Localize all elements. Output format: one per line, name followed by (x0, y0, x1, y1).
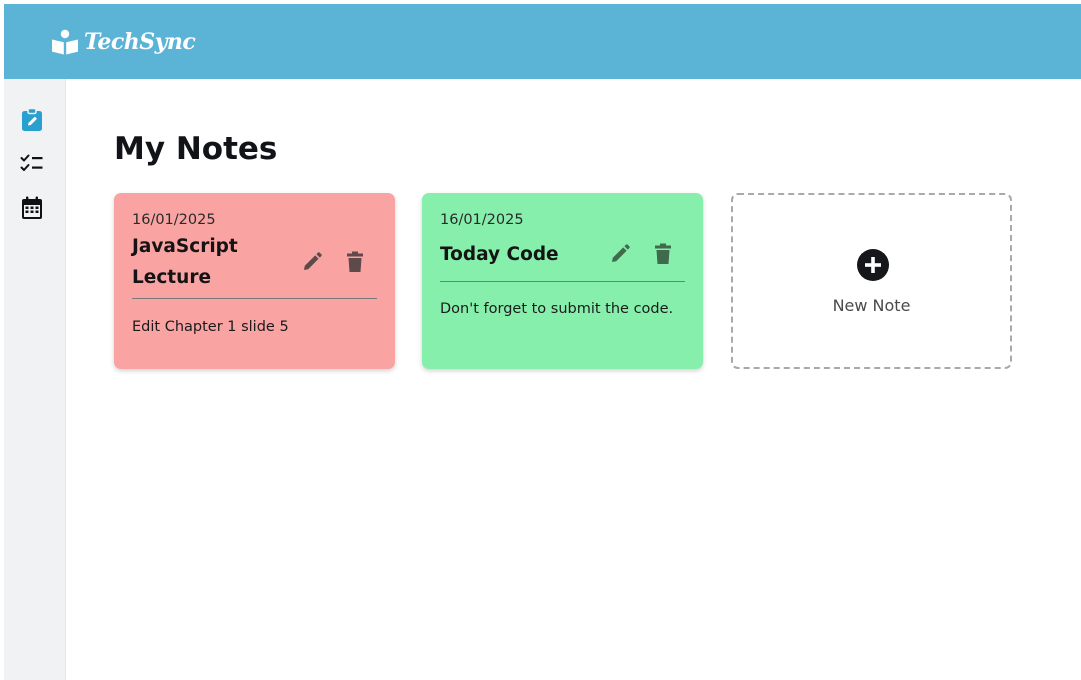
main-content: My Notes 16/01/2025 JavaScript Lecture E… (66, 79, 1081, 680)
trash-icon (347, 251, 363, 272)
brand[interactable]: TechSync (51, 26, 196, 58)
delete-note-button[interactable] (343, 250, 367, 274)
note-title: Today Code (440, 244, 559, 265)
pencil-icon (612, 244, 630, 262)
edit-note-button[interactable] (608, 242, 632, 266)
top-bar: TechSync (4, 4, 1081, 79)
calendar-icon (22, 196, 42, 219)
pencil-icon (304, 252, 322, 270)
edit-note-button[interactable] (300, 250, 324, 274)
sidebar-item-notes[interactable] (19, 107, 45, 133)
new-note-label: New Note (832, 296, 911, 315)
clipboard-edit-icon (22, 108, 42, 131)
checklist-icon (20, 154, 43, 171)
page-title: My Notes (114, 131, 278, 167)
sidebar-item-calendar[interactable] (19, 195, 45, 221)
sidebar-item-tasks[interactable] (19, 150, 45, 176)
note-divider (440, 281, 685, 282)
reader-icon (52, 29, 78, 55)
delete-note-button[interactable] (651, 242, 675, 266)
note-date: 16/01/2025 (440, 212, 524, 228)
note-body: Don't forget to submit the code. (440, 301, 674, 317)
note-date: 16/01/2025 (132, 212, 216, 228)
note-title: JavaScript Lecture (132, 236, 238, 288)
app-name: TechSync (84, 29, 196, 55)
trash-icon (655, 243, 671, 264)
app-window: TechSync My Notes 16/01/2025 JavaScript … (4, 4, 1081, 680)
plus-circle-icon (857, 249, 889, 281)
note-card[interactable]: 16/01/2025 Today Code Don't forget to su… (422, 193, 703, 369)
note-card[interactable]: 16/01/2025 JavaScript Lecture Edit Chapt… (114, 193, 395, 369)
sidebar (4, 79, 66, 680)
new-note-button[interactable]: New Note (731, 193, 1012, 369)
note-body: Edit Chapter 1 slide 5 (132, 319, 289, 335)
note-divider (132, 298, 377, 299)
